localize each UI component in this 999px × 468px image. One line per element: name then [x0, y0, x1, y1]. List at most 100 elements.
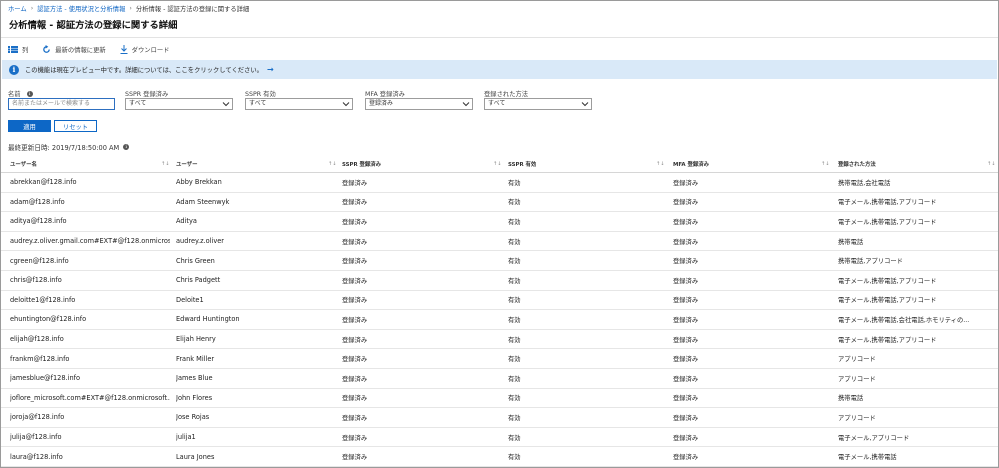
cell-username: chris@f128.info — [10, 276, 62, 285]
cell-username: adam@f128.info — [10, 197, 65, 206]
breadcrumb-separator: › — [30, 4, 34, 12]
cell-sspr-registered: 登録済み — [342, 336, 368, 344]
cell-sspr-enabled: 有効 — [508, 375, 521, 383]
cell-username: audrey.z.oliver.gmail.com#EXT#@f128.onmi… — [10, 237, 170, 246]
cell-mfa-registered: 登録済み — [673, 356, 699, 364]
column-header-sspr-registered[interactable]: SSPR 登録済み — [342, 155, 502, 172]
cell-user: Jose Rojas — [176, 413, 210, 422]
cell-user: Frank Miller — [176, 354, 215, 363]
sort-icon[interactable]: ↑↓ — [821, 155, 829, 172]
registered-method-select[interactable]: すべて — [484, 98, 592, 110]
table-row[interactable]: julija@f128.info julija1 登録済み 有効 登録済み 電子メール,ア… — [1, 428, 998, 448]
cell-mfa-registered: 登録済み — [673, 414, 699, 422]
table-row[interactable]: joflore_microsoft.com#EXT#@f128.onmicros… — [1, 389, 998, 409]
cell-sspr-registered: 登録済み — [342, 395, 368, 403]
table-row[interactable]: laura@f128.info Laura Jones 登録済み 有効 登録済み 電子メー… — [1, 447, 998, 467]
chevron-down-icon — [222, 102, 230, 107]
column-header-username[interactable]: ユーザー名 — [10, 155, 170, 172]
chevron-down-icon — [462, 102, 470, 107]
refresh-button[interactable]: 最新の情報に更新 — [42, 44, 106, 54]
cell-user: James Blue — [176, 374, 213, 383]
cell-methods: アプリコード — [838, 414, 876, 422]
cell-sspr-enabled: 有効 — [508, 434, 521, 442]
sort-icon[interactable]: ↑↓ — [493, 155, 501, 172]
table-row[interactable]: ehuntington@f128.info Edward Huntington 登録… — [1, 310, 998, 330]
mfa-registered-select[interactable]: 登録済み — [365, 98, 473, 110]
cell-username: jamesblue@f128.info — [10, 374, 81, 383]
cell-mfa-registered: 登録済み — [673, 218, 699, 226]
table-row[interactable]: aditya@f128.info Aditya 登録済み 有効 登録済み 電子メール,携帯… — [1, 212, 998, 232]
breadcrumb-auth-methods[interactable]: 認証方法 - 使用状況と分析情報 — [37, 4, 125, 13]
table-row[interactable]: cgreen@f128.info Chris Green 登録済み 有効 登録済み 携帯電… — [1, 251, 998, 271]
cell-methods: 携帯電話,アプリコード — [838, 258, 903, 266]
page-title: 分析情報 - 認証方法の登録に関する詳細 — [9, 20, 178, 31]
cell-mfa-registered: 登録済み — [673, 297, 699, 305]
info-icon[interactable]: i — [26, 90, 33, 97]
table-row[interactable]: elijah@f128.info Elijah Henry 登録済み 有効 登録済み 電子… — [1, 330, 998, 350]
reset-button[interactable]: リセット — [54, 120, 97, 132]
cell-methods: 電子メール,アプリコード — [838, 434, 910, 442]
column-header-user[interactable]: ユーザー — [176, 155, 336, 172]
cell-mfa-registered: 登録済み — [673, 316, 699, 324]
table-row[interactable]: abrekkan@f128.info Abby Brekkan 登録済み 有効 登録済み… — [1, 173, 998, 193]
chevron-down-icon — [581, 102, 589, 107]
cell-methods: 電子メール,携帯電話,アプリコード — [838, 336, 937, 344]
column-header-sspr-enabled[interactable]: SSPR 有効 — [508, 155, 668, 172]
column-header-mfa-registered[interactable]: MFA 登録済み — [673, 155, 823, 172]
cell-sspr-enabled: 有効 — [508, 179, 521, 187]
cell-mfa-registered: 登録済み — [673, 277, 699, 285]
table-row[interactable]: deloitte1@f128.info Deloite1 登録済み 有効 登録済み 電子メ… — [1, 291, 998, 311]
cell-mfa-registered: 登録済み — [673, 434, 699, 442]
cell-methods: 電子メール,携帯電話,アプリコード — [838, 218, 937, 226]
cell-username: laura@f128.info — [10, 452, 63, 461]
table-row[interactable]: frankm@f128.info Frank Miller 登録済み 有効 登録済み アプ… — [1, 349, 998, 369]
table-body: abrekkan@f128.info Abby Brekkan 登録済み 有効 登録済み… — [1, 173, 998, 467]
preview-banner[interactable]: i この機能は現在プレビュー中です。詳細については、ここをクリックしてください。… — [2, 60, 997, 79]
sspr-enabled-label: SSPR 有効 — [245, 91, 276, 98]
columns-button[interactable]: 列 — [8, 45, 28, 54]
cell-sspr-enabled: 有効 — [508, 258, 521, 266]
table-row[interactable]: chris@f128.info Chris Padgett 登録済み 有効 登録済み 電子… — [1, 271, 998, 291]
cell-user: Chris Green — [176, 256, 215, 265]
columns-icon — [8, 45, 18, 53]
table-header-row: ユーザー名 ↑↓ ユーザー ↑↓ SSPR 登録済み ↑↓ SSPR 有効 ↑↓… — [1, 155, 998, 173]
banner-text: この機能は現在プレビュー中です。詳細については、ここをクリックしてください。 — [25, 67, 263, 74]
cell-sspr-enabled: 有効 — [508, 414, 521, 422]
table-row[interactable]: joroja@f128.info Jose Rojas 登録済み 有効 登録済み アプリコ… — [1, 408, 998, 428]
cell-sspr-enabled: 有効 — [508, 238, 521, 246]
breadcrumb-home[interactable]: ホーム — [8, 4, 27, 13]
column-header-methods[interactable]: 登録された方法 — [838, 155, 988, 172]
cell-methods: アプリコード — [838, 356, 876, 364]
breadcrumb-current: 分析情報 - 認証方法の登録に関する詳細 — [135, 5, 250, 13]
download-icon — [120, 44, 128, 54]
table-row[interactable]: audrey.z.oliver.gmail.com#EXT#@f128.onmi… — [1, 232, 998, 252]
cell-sspr-registered: 登録済み — [342, 454, 368, 462]
cell-user: Chris Padgett — [176, 276, 221, 285]
cell-username: julija@f128.info — [10, 433, 62, 442]
cell-user: Laura Jones — [176, 452, 215, 461]
cell-methods: 携帯電話,会社電話 — [838, 179, 891, 187]
table-row[interactable]: adam@f128.info Adam Steenwyk 登録済み 有効 登録済み 電子メ… — [1, 193, 998, 213]
cell-user: Edward Huntington — [176, 315, 240, 324]
cell-username: deloitte1@f128.info — [10, 295, 76, 304]
download-button[interactable]: ダウンロード — [120, 44, 169, 54]
info-icon[interactable]: i — [123, 144, 130, 150]
cell-methods: 携帯電話 — [838, 238, 864, 246]
table-row[interactable]: jamesblue@f128.info James Blue 登録済み 有効 登録済み ア… — [1, 369, 998, 389]
apply-button[interactable]: 適用 — [8, 120, 51, 132]
sort-icon[interactable]: ↑↓ — [161, 155, 169, 172]
sspr-enabled-select[interactable]: すべて — [245, 98, 353, 110]
cell-sspr-registered: 登録済み — [342, 238, 368, 246]
sspr-registered-select[interactable]: すべて — [125, 98, 233, 110]
name-filter-label: 名前 i — [8, 89, 33, 98]
cell-mfa-registered: 登録済み — [673, 238, 699, 246]
sort-icon[interactable]: ↑↓ — [328, 155, 336, 172]
mfa-registered-label: MFA 登録済み — [365, 91, 405, 98]
cell-mfa-registered: 登録済み — [673, 395, 699, 403]
last-updated: 最終更新日時: 2019/7/18:50:00 AM i — [8, 142, 130, 152]
cell-sspr-registered: 登録済み — [342, 356, 368, 364]
name-search-input[interactable]: 名前またはメールで検索する — [8, 98, 115, 110]
cell-username: joflore_microsoft.com#EXT#@f128.onmicros… — [10, 393, 170, 402]
sort-icon[interactable]: ↑↓ — [987, 155, 995, 172]
sort-icon[interactable]: ↑↓ — [656, 155, 664, 172]
